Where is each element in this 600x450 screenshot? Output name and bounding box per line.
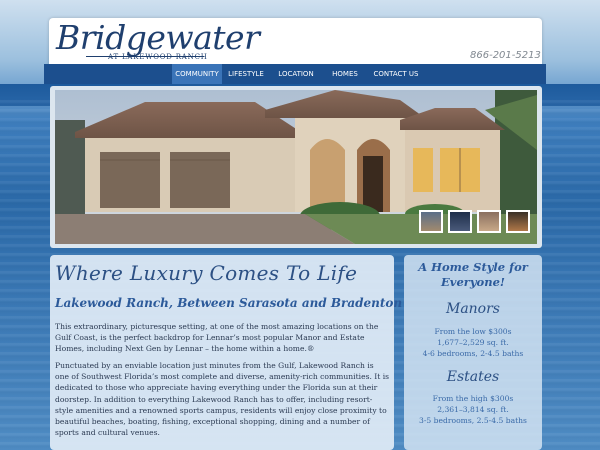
manors-price: From the low $300s: [434, 327, 512, 336]
nav-item-location[interactable]: LOCATION: [274, 64, 318, 84]
nav-item-lifestyle[interactable]: LIFESTYLE: [224, 64, 268, 84]
hero-thumbnail-4[interactable]: [506, 210, 530, 233]
nav-item-community[interactable]: COMMUNITY: [172, 64, 222, 84]
body-paragraph: Punctuated by an enviable location just …: [55, 361, 390, 438]
estates-price: From the high $300s: [432, 394, 514, 403]
hero-thumbnail-1[interactable]: [419, 210, 443, 233]
estates-rooms: 3-5 bedrooms, 2.5-4.5 baths: [419, 416, 527, 425]
page-title: Where Luxury Comes To Life: [55, 261, 358, 285]
nav-item-homes[interactable]: HOMES: [328, 64, 362, 84]
manors-rooms: 4-6 bedrooms, 2-4.5 baths: [422, 349, 524, 358]
page-subtitle: Lakewood Ranch, Between Sarasota and Bra…: [55, 296, 403, 310]
estates-heading: Estates: [446, 369, 500, 385]
intro-paragraph: This extraordinary, picturesque setting,…: [55, 322, 379, 354]
estates-sqft: 2,361–3,814 sq. ft.: [437, 405, 509, 414]
hero-thumbnail-2[interactable]: [448, 210, 472, 233]
manors-sqft: 1,677–2,529 sq. ft.: [437, 338, 509, 347]
home-styles-title: A Home Style for Everyone!: [418, 260, 528, 289]
phone-number[interactable]: 866-201-5213: [470, 50, 541, 61]
main-nav: COMMUNITY LIFESTYLE LOCATION HOMES CONTA…: [44, 64, 546, 84]
hero-thumbnail-3[interactable]: [477, 210, 501, 233]
site-logo[interactable]: Bridgewater: [56, 18, 260, 57]
site-logo-subtitle: AT LAKEWOOD RANCH: [108, 53, 208, 61]
nav-item-contact-us[interactable]: CONTACT US: [368, 64, 424, 84]
manors-heading: Manors: [445, 301, 500, 317]
